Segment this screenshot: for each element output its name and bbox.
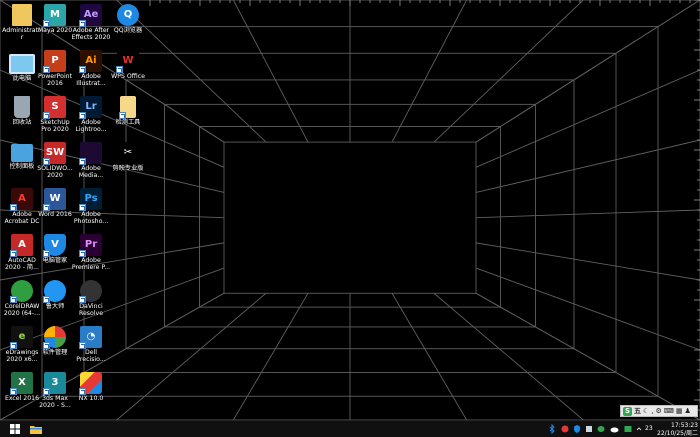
shortcut-arrow-icon [10, 296, 17, 303]
desktop-icon-label: DaVinci Resolve [78, 303, 104, 317]
cloud-tray-icon[interactable] [610, 424, 619, 434]
davinci-icon [79, 280, 102, 303]
bluetooth-icon[interactable] [549, 424, 556, 434]
desktop[interactable]: Administrato r M Maya 2020 Ae Adobe After Ef… [0, 0, 700, 437]
desktop-icon-qq-browser[interactable]: Q QQ浏览器 [106, 2, 150, 48]
shortcut-arrow-icon [10, 204, 17, 211]
shortcut-arrow-icon [43, 112, 50, 119]
shortcut-arrow-icon [79, 342, 86, 349]
wps-office-icon: W [116, 50, 139, 73]
shortcut-arrow-icon [43, 250, 50, 257]
control-panel-icon [11, 144, 33, 162]
desktop-icon-label: 剪映专业版 [112, 165, 144, 172]
word-icon: W [43, 188, 66, 211]
ime-logo-icon[interactable]: S [623, 406, 632, 416]
desktop-icon-photoshop[interactable]: Ps Adobe Photosho... [69, 186, 113, 232]
chevron-up-icon[interactable] [636, 424, 642, 434]
photoshop-icon: Ps [79, 188, 102, 211]
after-effects-icon: Ae [79, 4, 102, 27]
shortcut-arrow-icon [79, 296, 86, 303]
acrobat-icon: A [10, 188, 33, 211]
desktop-icon-premiere[interactable]: Pr Adobe Premiere P... [69, 232, 113, 278]
moon-icon[interactable]: ☾ [643, 407, 649, 415]
desktop-icon-label: Dell Precisio... [76, 349, 106, 363]
shortcut-arrow-icon [43, 296, 50, 303]
shield-tray-icon[interactable] [573, 424, 581, 434]
weather-temperature[interactable]: 23 [645, 425, 653, 432]
antivirus-tray-icon[interactable] [561, 424, 569, 434]
ime-mode[interactable]: 五 [634, 407, 641, 415]
comma-icon[interactable]: , [651, 407, 653, 415]
desktop-icon-label: Adobe Photosho... [73, 211, 109, 225]
desktop-icon-davinci[interactable]: DaVinci Resolve [69, 278, 113, 324]
shortcut-arrow-icon [79, 112, 86, 119]
keyboard-icon[interactable]: ⌨ [664, 407, 674, 415]
software-manager-icon [43, 326, 66, 349]
excel-icon: X [10, 372, 33, 395]
taskbar: 23 17:53:23 22/10/25/周二 [0, 420, 700, 437]
nx-icon [79, 372, 102, 395]
shortcut-arrow-icon [43, 20, 50, 27]
desktop-icon-network-tool[interactable]: 检测工具 [106, 94, 150, 140]
shortcut-arrow-icon [116, 66, 123, 73]
shortcut-arrow-icon [10, 342, 17, 349]
network-tool-icon [119, 96, 136, 119]
tray-date[interactable]: 22/10/25/周二 [655, 430, 698, 437]
desktop-icon-dell-precision[interactable]: ◔ Dell Precisio... [69, 324, 113, 370]
qq-browser-icon: Q [117, 4, 139, 26]
desktop-icon-nx[interactable]: NX 10.0 [69, 370, 113, 416]
desktop-icon-label: NX 10.0 [78, 395, 104, 402]
coreldraw-icon [10, 280, 33, 303]
this-pc-icon [9, 54, 35, 74]
user-icon[interactable]: ♟ [685, 407, 691, 415]
shortcut-arrow-icon [79, 20, 86, 27]
desktop-icon-label: Adobe Premiere P... [71, 257, 111, 271]
autocad-icon: A [10, 234, 33, 257]
sketchup-icon: S [43, 96, 66, 119]
shortcut-arrow-icon [43, 204, 50, 211]
shortcut-arrow-icon [79, 204, 86, 211]
shortcut-arrow-icon [79, 158, 86, 165]
tray-time[interactable]: 17:53:23 [660, 422, 698, 429]
input-tray-icon[interactable] [624, 424, 632, 434]
3ds-max-icon: 3 [43, 372, 66, 395]
solidworks-icon: SW [43, 142, 66, 165]
lightroom-icon: Lr [79, 96, 102, 119]
security-tray-icon[interactable] [585, 424, 593, 434]
ludashi-icon [43, 280, 66, 303]
windows-start-icon[interactable] [10, 424, 20, 434]
shortcut-arrow-icon [43, 342, 50, 349]
shortcut-arrow-icon [119, 112, 126, 119]
recycle-bin-icon [14, 96, 30, 118]
shortcut-arrow-icon [79, 388, 86, 395]
file-explorer-icon[interactable] [30, 424, 42, 434]
shortcut-arrow-icon [43, 158, 50, 165]
shortcut-arrow-icon [10, 388, 17, 395]
desktop-icon-wps-office[interactable]: W WPS Office [106, 48, 150, 94]
media-encoder-icon [79, 142, 102, 165]
powerpoint-icon: P [43, 50, 66, 73]
dell-precision-icon: ◔ [79, 326, 102, 349]
capcut-icon: ✂ [117, 142, 139, 164]
desktop-icon-label: 检测工具 [115, 119, 141, 126]
maya-icon: M [43, 4, 66, 27]
shortcut-arrow-icon [79, 250, 86, 257]
gear-icon[interactable]: ⚙ [656, 407, 662, 415]
desktop-icon-label: QQ浏览器 [113, 27, 143, 34]
administrator-icon [12, 4, 32, 26]
pc-manager-icon: V [43, 234, 66, 257]
shortcut-arrow-icon [79, 66, 86, 73]
shortcut-arrow-icon [10, 250, 17, 257]
illustrator-icon: Ai [79, 50, 102, 73]
edrawings-icon: e [10, 326, 33, 349]
desktop-icon-capcut[interactable]: ✂ 剪映专业版 [106, 140, 150, 186]
premiere-icon: Pr [79, 234, 102, 257]
shortcut-arrow-icon [43, 388, 50, 395]
shortcut-arrow-icon [43, 66, 50, 73]
desktop-icon-label: WPS Office [111, 73, 145, 80]
wechat-tray-icon[interactable] [597, 424, 605, 434]
ime-toolbar[interactable]: S 五 ☾ , ⚙ ⌨ ▦ ♟ [620, 405, 698, 417]
grid-icon[interactable]: ▦ [676, 407, 683, 415]
